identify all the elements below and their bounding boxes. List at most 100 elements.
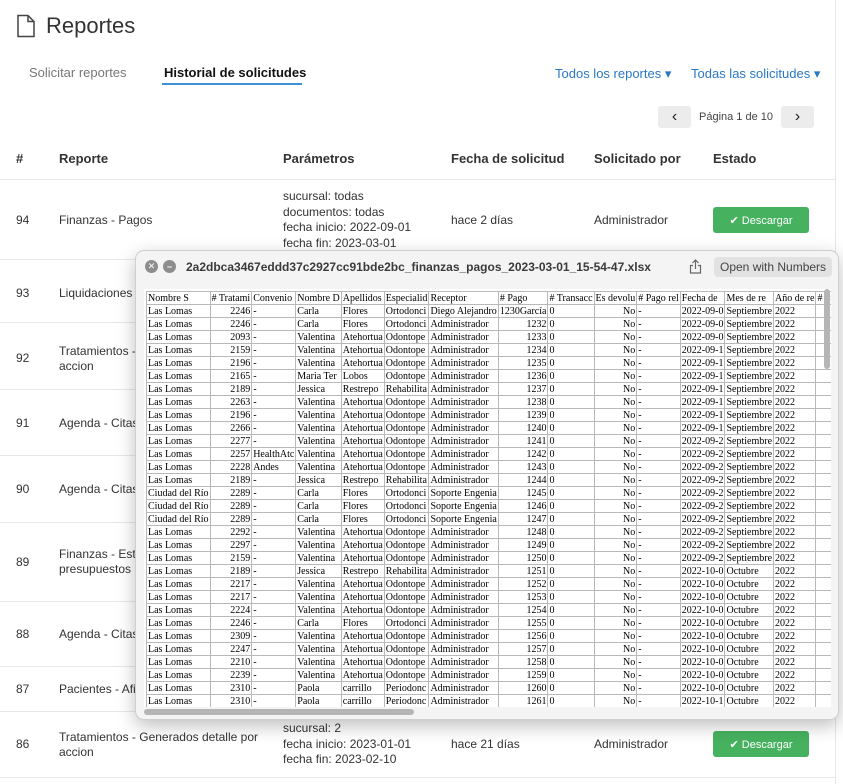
sheet-cell: 2022-09-2 xyxy=(679,512,726,526)
sheet-cell: Odontope xyxy=(383,551,430,565)
sheet-cell: - xyxy=(636,642,681,656)
prev-page-button[interactable]: ‹ xyxy=(658,106,691,128)
sheet-cell: - xyxy=(251,512,297,526)
horizontal-scrollbar[interactable] xyxy=(144,709,414,715)
sheet-cell: Administrador xyxy=(428,577,499,591)
document-icon xyxy=(16,14,36,38)
sheet-cell: 4 xyxy=(815,434,831,448)
sheet-row: Las Lomas 2159- Valentina Atehortua Odontope… xyxy=(146,343,831,357)
sheet-cell: Carla xyxy=(295,486,342,500)
sheet-cell: Atehortua xyxy=(340,590,385,604)
sheet-cell: Periodonc xyxy=(383,681,430,695)
row-id: 93 xyxy=(16,286,30,300)
row-id: 88 xyxy=(16,627,30,641)
fullscreen-icon[interactable]: − xyxy=(163,260,176,273)
sheet-cell: Paola xyxy=(295,694,342,707)
sheet-cell: - xyxy=(251,564,297,578)
sheet-cell: 2022 xyxy=(773,447,817,461)
sheet-cell: Carla xyxy=(295,317,342,331)
sheet-cell: Odontope xyxy=(383,356,430,370)
sheet-cell: 0 xyxy=(547,681,595,695)
sheet-cell: Las Lomas xyxy=(146,369,211,383)
sheet-cell: Septiembre xyxy=(724,434,775,448)
row-report-name: Tratamientos - Generados detalle por xyxy=(59,730,258,744)
sheet-cell: 1466 xyxy=(815,486,831,500)
sheet-cell: 1240 xyxy=(497,421,549,435)
sheet-cell: 2022-09-2 xyxy=(679,551,726,565)
row-parameters: sucursal: 2 fecha inicio: 2023-01-01 fec… xyxy=(283,721,412,766)
sheet-cell: Flores xyxy=(340,317,385,331)
sheet-cell: Odontope xyxy=(383,460,430,474)
sheet-cell: 0 xyxy=(547,343,595,357)
tab-request-history[interactable]: Historial de solicitudes xyxy=(164,65,306,80)
row-report-name-line2: accion xyxy=(59,359,94,373)
sheet-cell: Odontope xyxy=(383,408,430,422)
sheet-cell: 2022 xyxy=(773,525,817,539)
sheet-cell: - xyxy=(251,317,297,331)
sheet-cell: Septiembre xyxy=(724,330,775,344)
sheet-cell: 1341 xyxy=(815,655,831,669)
sheet-cell: No xyxy=(593,473,638,487)
sheet-cell: 2277 xyxy=(209,434,253,448)
sheet-cell: 1256 xyxy=(497,629,549,643)
download-button[interactable]: ✔ Descargar xyxy=(713,207,809,233)
sheet-cell: - xyxy=(636,369,681,383)
next-page-button[interactable]: › xyxy=(781,106,815,128)
sheet-cell: 2228 xyxy=(209,460,253,474)
sheet-cell: Administrador xyxy=(428,369,499,383)
close-icon[interactable]: ✕ xyxy=(145,260,158,273)
sheet-row: Las Lomas 2189- Jessica Restrepo Rehabilita A… xyxy=(146,564,831,578)
sheet-cell: - xyxy=(251,694,297,707)
reports-filter-dropdown[interactable]: Todos los reportes ▾ xyxy=(555,66,671,82)
sheet-cell: Paola xyxy=(295,681,342,695)
sheet-cell: 2022-09-2 xyxy=(679,434,726,448)
sheet-cell: Andes xyxy=(251,460,297,474)
sheet-cell: 2022 xyxy=(773,577,817,591)
page-header: Reportes xyxy=(16,9,135,43)
sheet-cell: Diego Alejandro xyxy=(428,304,499,318)
sheet-cell: 0 xyxy=(547,447,595,461)
open-with-numbers-button[interactable]: Open with Numbers xyxy=(714,257,833,277)
sheet-cell: 1341 xyxy=(815,616,831,630)
sheet-row: Las Lomas 2246- Carla Flores Ortodonci Admini… xyxy=(146,616,831,630)
sheet-row: Las Lomas 2189- Jessica Restrepo Rehabilita A… xyxy=(146,473,831,487)
requests-filter-dropdown[interactable]: Todas las solicitudes ▾ xyxy=(691,66,820,82)
sheet-cell: Valentina xyxy=(295,655,342,669)
sheet-cell: - xyxy=(251,616,297,630)
sheet-cell: 0 xyxy=(547,304,595,318)
tab-request-reports[interactable]: Solicitar reportes xyxy=(29,65,127,80)
share-icon[interactable] xyxy=(689,259,702,279)
vertical-scrollbar[interactable] xyxy=(824,289,830,369)
chevron-left-icon: ‹ xyxy=(671,108,678,125)
sheet-cell: 2022-09-1 xyxy=(679,356,726,370)
sheet-cell: Restrepo xyxy=(340,564,385,578)
sheet-cell: Flores xyxy=(340,616,385,630)
sheet-cell: Octubre xyxy=(724,616,775,630)
sheet-cell: No xyxy=(593,447,638,461)
sheet-cell: 1302 xyxy=(815,577,831,591)
sheet-cell: Ortodonci xyxy=(383,304,430,318)
sheet-cell: 1471 xyxy=(815,681,831,695)
sheet-cell: 2196 xyxy=(209,356,253,370)
sheet-cell: 1230García xyxy=(497,304,549,318)
sheet-cell: - xyxy=(251,408,297,422)
download-button[interactable]: ✔ Descargar xyxy=(713,731,809,757)
sheet-cell: 2297 xyxy=(209,538,253,552)
sheet-cell: 2093 xyxy=(209,330,253,344)
sheet-cell: No xyxy=(593,629,638,643)
sheet-row: Las Lomas 2224- Valentina Atehortua Odontope… xyxy=(146,603,831,617)
sheet-cell: Septiembre xyxy=(724,460,775,474)
sheet-cell: 1463 xyxy=(815,395,831,409)
sheet-cell: 1232 xyxy=(497,317,549,331)
sheet-cell: Odontope xyxy=(383,525,430,539)
sheet-cell: 1245 xyxy=(497,486,549,500)
sheet-cell: 1247 xyxy=(497,512,549,526)
row-report-name: Agenda - Citas xyxy=(59,482,139,496)
sheet-cell: - xyxy=(251,551,297,565)
sheet-cell: 1341 xyxy=(815,603,831,617)
sheet-cell: 1341 xyxy=(815,460,831,474)
row-report-name: Pacientes - Afil xyxy=(59,682,139,696)
sheet-cell: Octubre xyxy=(724,655,775,669)
sheet-cell: Valentina xyxy=(295,460,342,474)
sheet-cell: - xyxy=(636,499,681,513)
